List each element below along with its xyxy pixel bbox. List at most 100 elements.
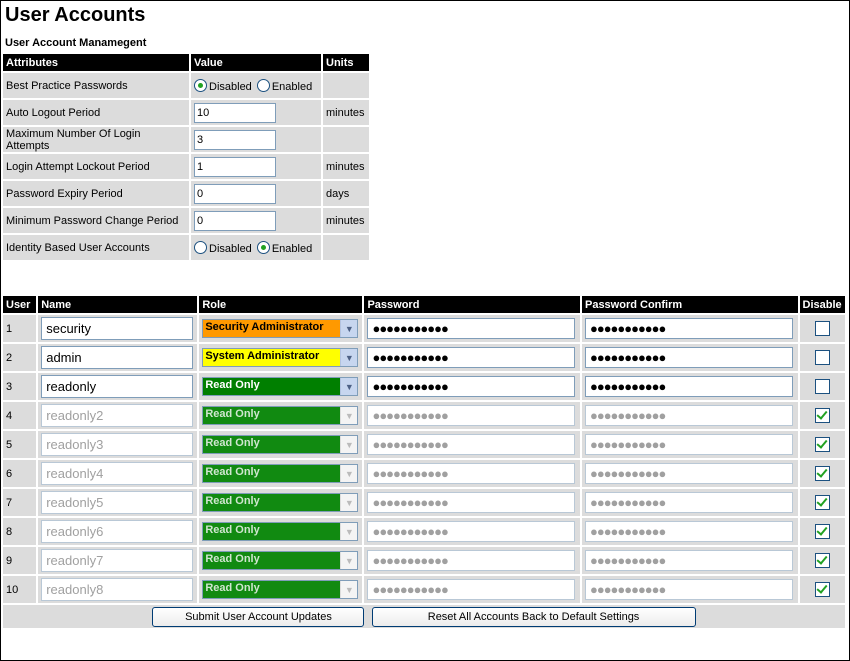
identity-radio-group: Disabled Enabled [194, 240, 318, 255]
user-number: 2 [3, 344, 37, 371]
role-value: Read Only [203, 378, 341, 395]
disable-checkbox[interactable] [814, 495, 830, 510]
disable-checkbox[interactable] [814, 582, 830, 597]
user-name-input[interactable]: readonly8 [41, 578, 194, 601]
password-input[interactable]: ●●●●●●●●●●● [367, 376, 576, 397]
password-confirm-input[interactable]: ●●●●●●●●●●● [584, 405, 793, 426]
identity-disabled-radio[interactable] [194, 241, 207, 254]
units-cell: minutes [323, 100, 369, 125]
user-row: 4 readonly2 Read Only ▼ ●●●●●●●●●●● ●●●●●●●●●… [3, 402, 845, 429]
expiry-input[interactable] [194, 183, 276, 204]
user-name-input[interactable]: readonly7 [41, 549, 194, 572]
password-input[interactable]: ●●●●●●●●●●● [367, 318, 576, 339]
disable-checkbox[interactable] [814, 524, 830, 539]
password-confirm-cell: ●●●●●●●●●●● [581, 431, 798, 458]
reset-defaults-button[interactable]: Reset All Accounts Back to Default Setti… [371, 606, 696, 627]
user-name-input[interactable]: readonly3 [41, 433, 194, 456]
role-select[interactable]: Read Only ▼ [202, 377, 359, 396]
chevron-down-icon[interactable]: ▼ [340, 378, 358, 395]
chevron-down-icon[interactable]: ▼ [340, 523, 358, 540]
password-input[interactable]: ●●●●●●●●●●● [367, 405, 576, 426]
auto-logout-input[interactable] [194, 102, 276, 123]
role-select[interactable]: Read Only ▼ [202, 580, 359, 599]
password-confirm-input[interactable]: ●●●●●●●●●●● [584, 521, 793, 542]
role-value: Read Only [203, 552, 341, 569]
user-name-input[interactable]: readonly5 [41, 491, 194, 514]
password-confirm-header: Password Confirm [581, 296, 798, 313]
identity-enabled-radio[interactable] [256, 241, 270, 254]
role-select[interactable]: Read Only ▼ [202, 493, 359, 512]
min-change-input[interactable] [194, 210, 276, 231]
role-value: Read Only [203, 407, 341, 424]
attributes-header: Attributes [3, 54, 189, 71]
password-confirm-input[interactable]: ●●●●●●●●●●● [584, 463, 793, 484]
identity-label: Identity Based User Accounts [3, 235, 189, 260]
chevron-down-icon[interactable]: ▼ [340, 494, 358, 511]
chevron-down-icon[interactable]: ▼ [340, 407, 358, 424]
user-name-input[interactable]: readonly2 [41, 404, 194, 427]
chevron-down-icon[interactable]: ▼ [340, 465, 358, 482]
role-select[interactable]: Security Administrator ▼ [202, 319, 359, 338]
section-title: User Account Manamegent [5, 37, 147, 49]
role-select[interactable]: Read Only ▼ [202, 435, 359, 454]
role-cell: Read Only ▼ [199, 489, 363, 516]
disable-checkbox[interactable] [814, 350, 830, 365]
disable-checkbox[interactable] [814, 408, 830, 423]
best-practice-radio-group: Disabled Enabled [194, 78, 318, 93]
max-attempts-input[interactable] [194, 129, 276, 150]
role-cell: Read Only ▼ [199, 576, 363, 603]
role-select[interactable]: Read Only ▼ [202, 551, 359, 570]
role-select[interactable]: System Administrator ▼ [202, 348, 359, 367]
units-header: Units [323, 54, 369, 71]
disable-checkbox[interactable] [814, 321, 830, 336]
disable-checkbox[interactable] [814, 437, 830, 452]
units-cell [323, 235, 369, 260]
user-name-input[interactable]: readonly6 [41, 520, 194, 543]
role-value: System Administrator [203, 349, 341, 366]
min-change-label: Minimum Password Change Period [3, 208, 189, 233]
user-number: 7 [3, 489, 37, 516]
role-select[interactable]: Read Only ▼ [202, 464, 359, 483]
password-confirm-input[interactable]: ●●●●●●●●●●● [584, 347, 793, 368]
disable-checkbox[interactable] [814, 553, 830, 568]
password-cell: ●●●●●●●●●●● [364, 402, 580, 429]
best-practice-disabled-radio[interactable] [194, 79, 207, 92]
password-confirm-input[interactable]: ●●●●●●●●●●● [584, 579, 793, 600]
password-input[interactable]: ●●●●●●●●●●● [367, 579, 576, 600]
password-confirm-cell: ●●●●●●●●●●● [581, 576, 798, 603]
user-name-input[interactable]: readonly4 [41, 462, 194, 485]
password-input[interactable]: ●●●●●●●●●●● [367, 463, 576, 484]
password-confirm-input[interactable]: ●●●●●●●●●●● [584, 434, 793, 455]
user-number: 5 [3, 431, 37, 458]
password-confirm-cell: ●●●●●●●●●●● [581, 402, 798, 429]
password-input[interactable]: ●●●●●●●●●●● [367, 434, 576, 455]
chevron-down-icon[interactable]: ▼ [340, 349, 358, 366]
role-value: Read Only [203, 523, 341, 540]
chevron-down-icon[interactable]: ▼ [340, 552, 358, 569]
password-input[interactable]: ●●●●●●●●●●● [367, 347, 576, 368]
disable-checkbox[interactable] [814, 379, 830, 394]
password-confirm-cell: ●●●●●●●●●●● [581, 518, 798, 545]
user-row: 6 readonly4 Read Only ▼ ●●●●●●●●●●● ●●●●●●●●●… [3, 460, 845, 487]
password-input[interactable]: ●●●●●●●●●●● [367, 521, 576, 542]
chevron-down-icon[interactable]: ▼ [340, 436, 358, 453]
password-confirm-input[interactable]: ●●●●●●●●●●● [584, 492, 793, 513]
user-name-input[interactable]: readonly [41, 375, 194, 398]
name-cell: readonly6 [38, 518, 198, 545]
lockout-input[interactable] [194, 156, 276, 177]
chevron-down-icon[interactable]: ▼ [340, 581, 358, 598]
best-practice-enabled-radio[interactable] [256, 79, 270, 92]
user-name-input[interactable]: admin [41, 346, 194, 369]
chevron-down-icon[interactable]: ▼ [340, 320, 358, 337]
password-confirm-input[interactable]: ●●●●●●●●●●● [584, 318, 793, 339]
password-confirm-input[interactable]: ●●●●●●●●●●● [584, 376, 793, 397]
password-confirm-input[interactable]: ●●●●●●●●●●● [584, 550, 793, 571]
submit-button[interactable]: Submit User Account Updates [152, 606, 365, 627]
role-select[interactable]: Read Only ▼ [202, 406, 359, 425]
password-input[interactable]: ●●●●●●●●●●● [367, 492, 576, 513]
user-name-input[interactable]: security [41, 317, 194, 340]
password-input[interactable]: ●●●●●●●●●●● [367, 550, 576, 571]
disable-checkbox[interactable] [814, 466, 830, 481]
role-select[interactable]: Read Only ▼ [202, 522, 359, 541]
units-cell [323, 127, 369, 152]
